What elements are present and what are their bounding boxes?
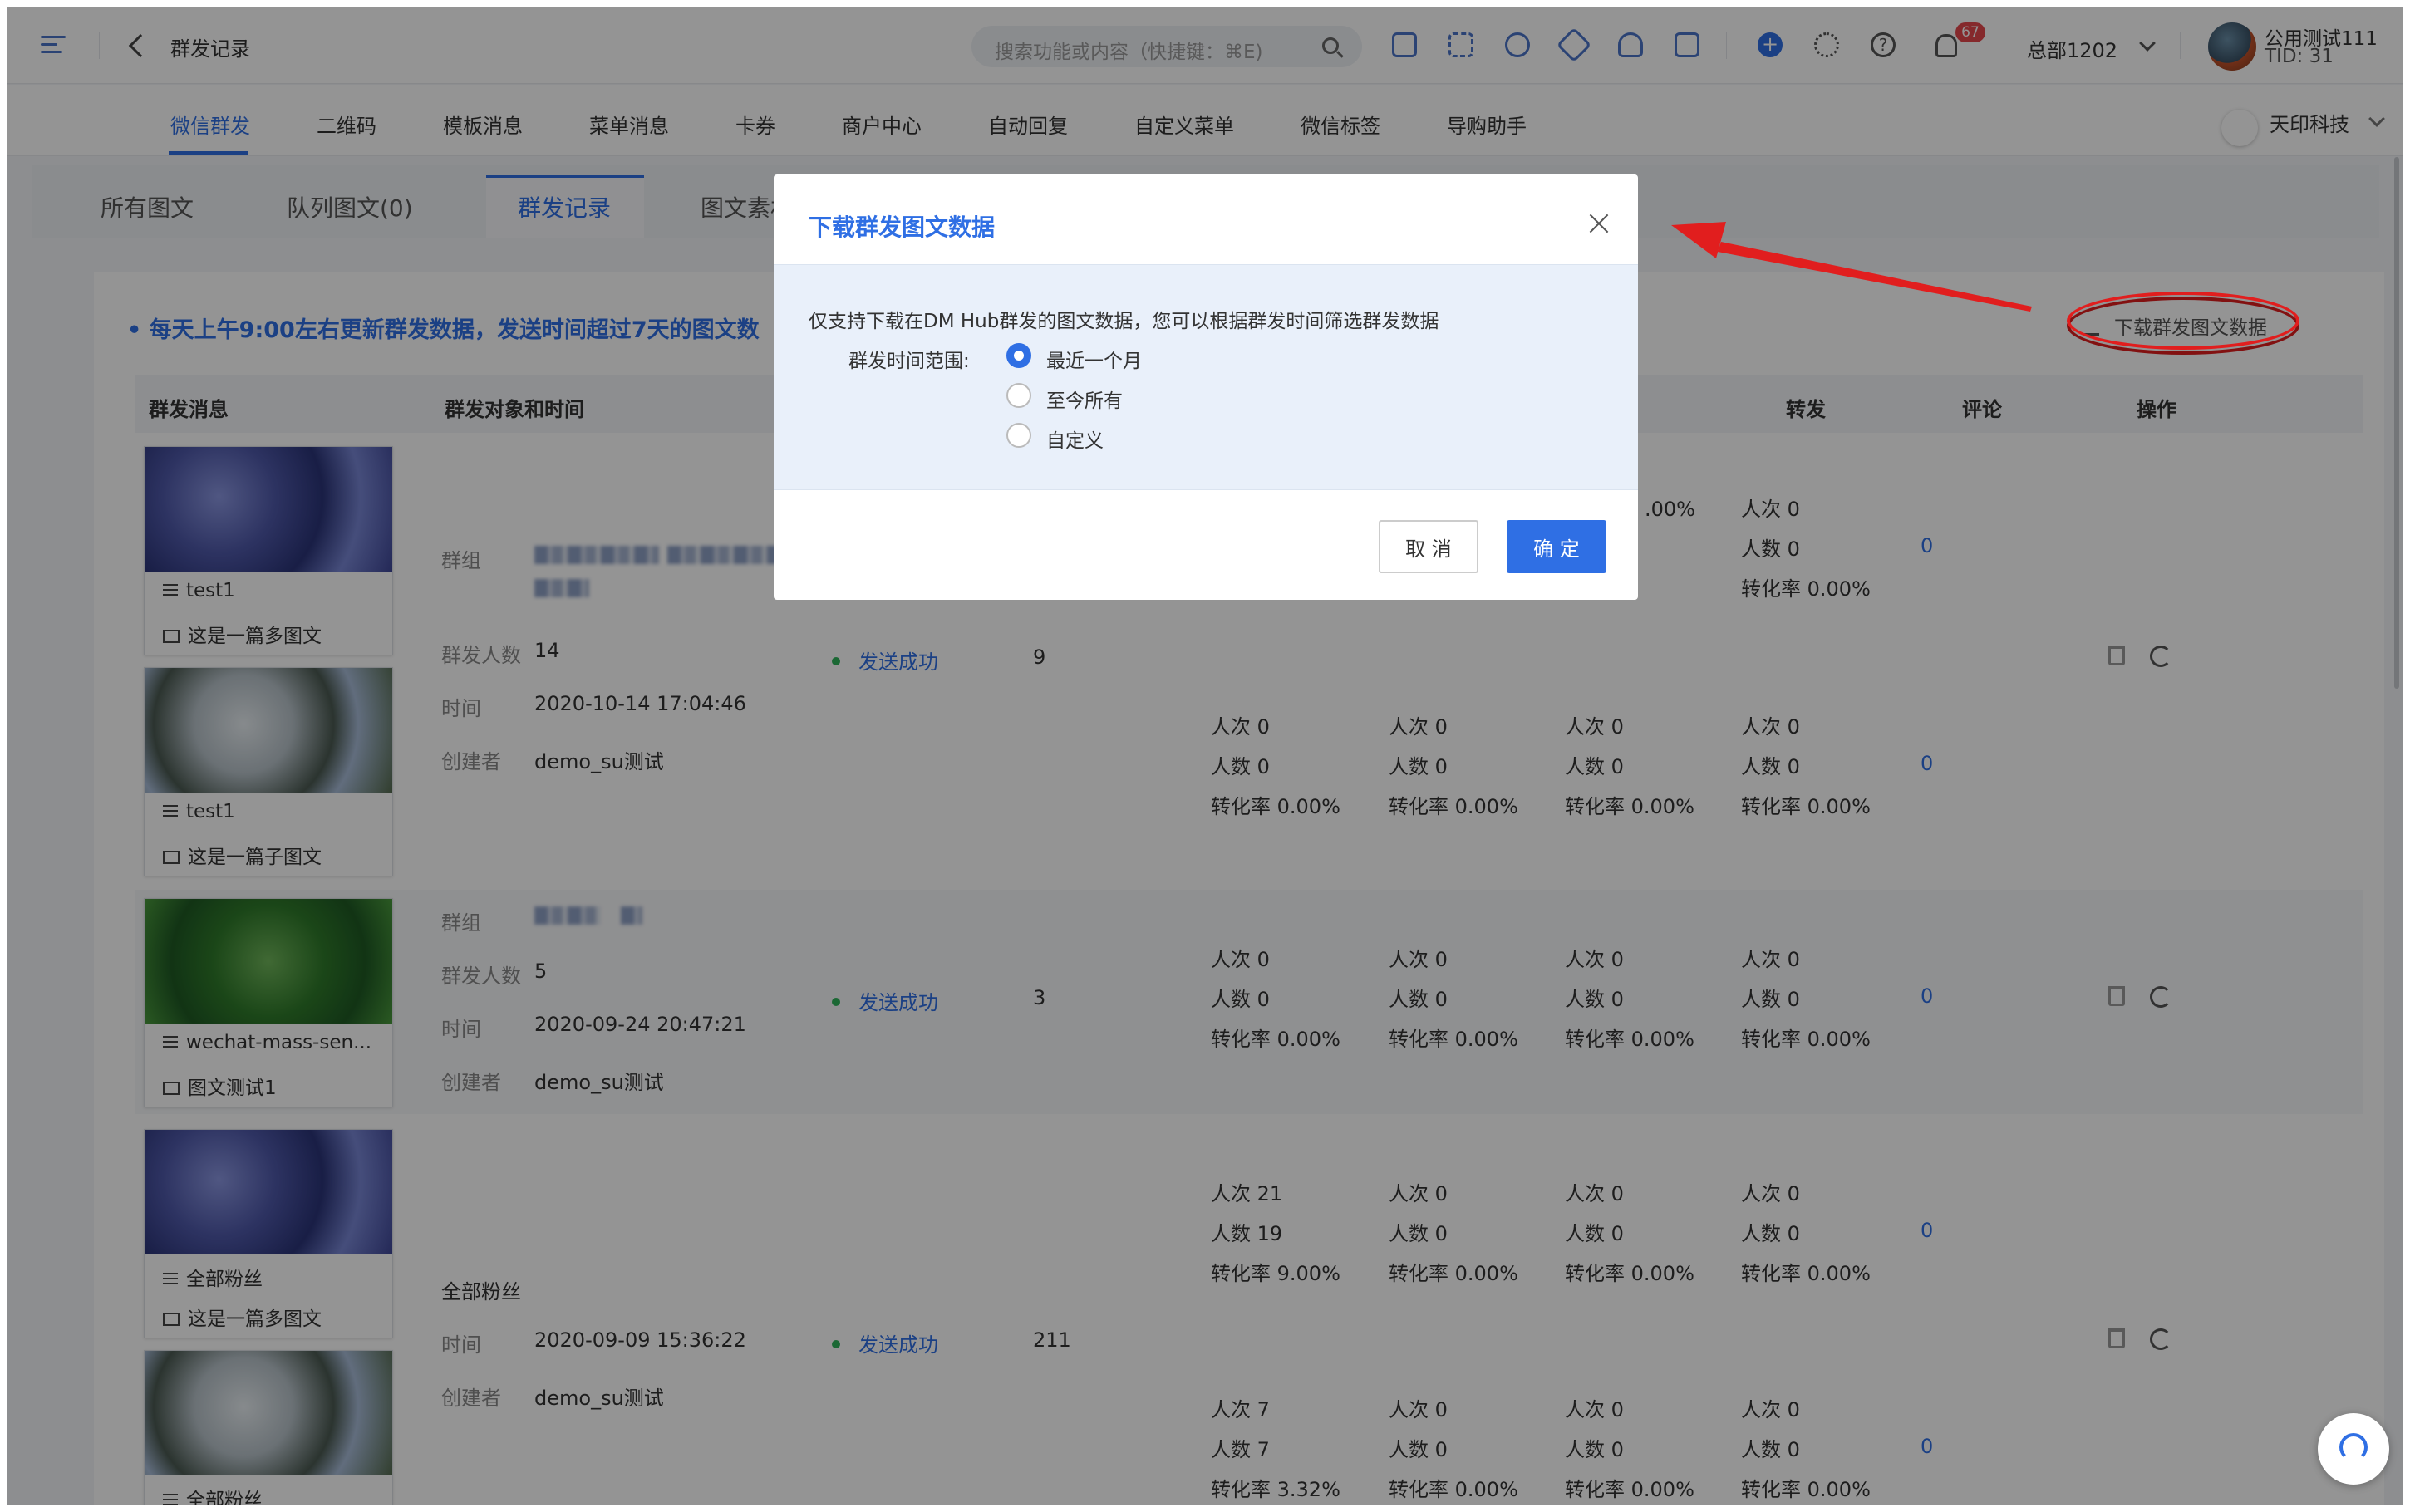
dialog-description: 仅支持下载在DM Hub群发的图文数据，您可以根据群发时间筛选群发数据 (809, 311, 1439, 332)
radio-all-time[interactable] (1006, 383, 1031, 408)
support-button[interactable] (2318, 1413, 2389, 1485)
dialog-title: 下载群发图文数据 (809, 214, 996, 241)
download-dialog: 下载群发图文数据 仅支持下载在DM Hub群发的图文数据，您可以根据群发时间筛选… (774, 174, 1638, 600)
close-icon[interactable] (1588, 213, 1610, 234)
app-window: 群发记录 搜索功能或内容（快捷键：⌘E) + ? 67 总部1202 公用测试1… (7, 7, 2403, 1505)
radio-label[interactable]: 最近一个月 (1046, 345, 1142, 373)
radio-label[interactable]: 自定义 (1046, 425, 1104, 453)
radio-last-month[interactable] (1006, 343, 1031, 368)
radio-custom[interactable] (1006, 423, 1031, 448)
annotation-ellipse (2067, 292, 2299, 350)
cancel-button[interactable]: 取 消 (1379, 520, 1478, 573)
range-label: 群发时间范围: (848, 351, 970, 372)
radio-label[interactable]: 至今所有 (1046, 385, 1123, 413)
confirm-button[interactable]: 确 定 (1507, 520, 1606, 573)
dialog-body: 仅支持下载在DM Hub群发的图文数据，您可以根据群发时间筛选群发数据 群发时间… (774, 264, 1638, 490)
headset-icon (2339, 1433, 2368, 1461)
